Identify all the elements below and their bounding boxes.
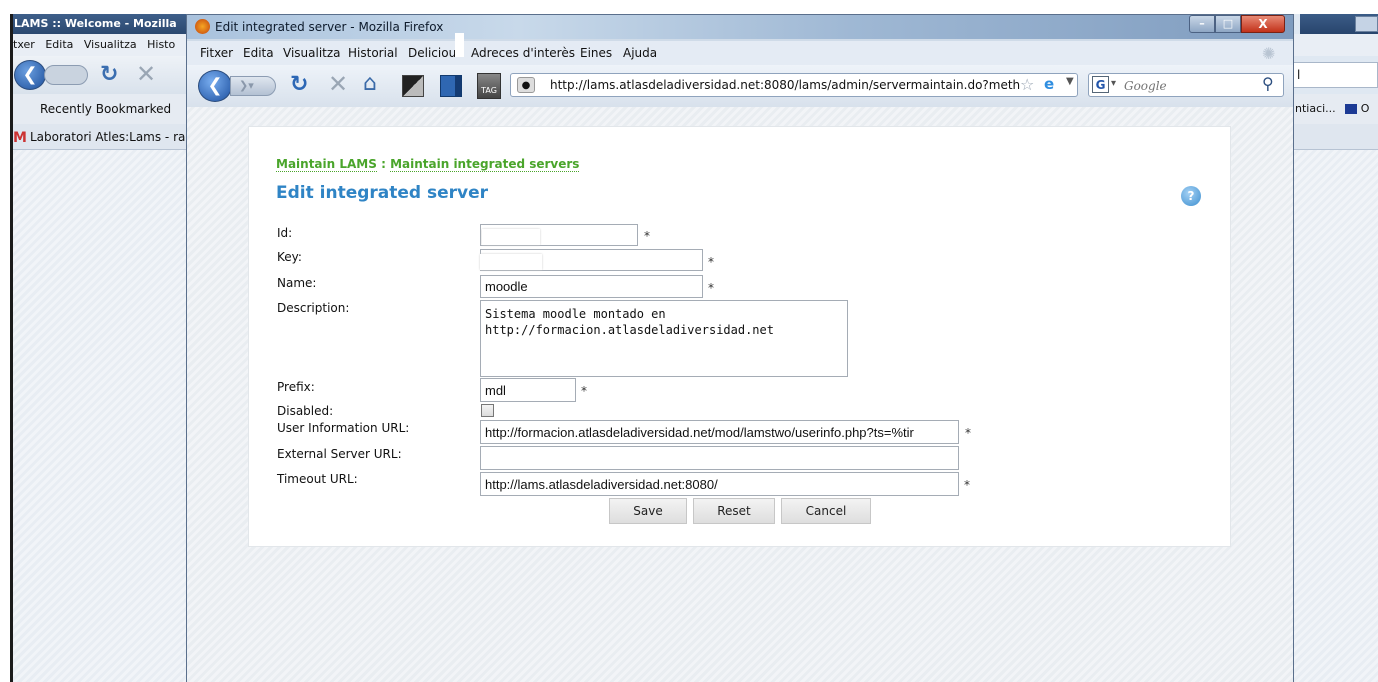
window-title: Edit integrated server - Mozilla Firefox	[215, 20, 444, 34]
background-bookmarks-right: ntiaci... O	[1292, 94, 1378, 124]
menu-fitxer[interactable]: Fitxer	[200, 41, 233, 65]
disabled-label: Disabled:	[277, 404, 334, 418]
tag-icon[interactable]: TAG	[477, 73, 501, 99]
google-icon[interactable]: G	[1092, 76, 1109, 93]
maximize-icon: □	[1222, 17, 1234, 30]
reload-icon[interactable]: ↻	[290, 72, 308, 97]
search-icon[interactable]: ⚲	[1262, 74, 1274, 93]
breadcrumb: Maintain LAMS : Maintain integrated serv…	[276, 157, 580, 172]
menu-edita[interactable]: Edita	[243, 41, 274, 65]
close-button[interactable]: X	[1241, 15, 1285, 33]
help-icon[interactable]: ?	[1181, 186, 1201, 206]
disabled-checkbox[interactable]	[481, 404, 494, 417]
background-forward-button[interactable]	[44, 65, 88, 85]
prefix-field[interactable]	[480, 378, 576, 402]
extension-icon[interactable]	[402, 75, 424, 97]
background-tab[interactable]: Laboratori Atles:Lams - rar	[30, 130, 190, 144]
save-button[interactable]: Save	[609, 498, 687, 524]
required-mark: *	[965, 426, 971, 440]
background-back-arrow-icon[interactable]: ❮	[14, 60, 46, 90]
background-url-fragment[interactable]: l	[1292, 62, 1378, 88]
required-mark: *	[644, 229, 650, 243]
home-icon[interactable]: ⌂	[363, 71, 377, 96]
background-menubar: itxer Edita Visualitza Histo	[10, 34, 190, 56]
menu-visualitza[interactable]: Visualitza	[283, 41, 341, 65]
feed-icon[interactable]: е	[1044, 75, 1054, 93]
minimize-icon: –	[1199, 17, 1205, 30]
user-info-url-label: User Information URL:	[277, 421, 410, 435]
url-text[interactable]: http://lams.atlasdeladiversidad.net:8080…	[550, 78, 1020, 92]
required-mark: *	[708, 255, 714, 269]
required-mark: *	[964, 478, 970, 492]
screen-edge	[10, 14, 13, 682]
background-stop-icon[interactable]: ✕	[136, 60, 156, 88]
minimize-button[interactable]: –	[1189, 15, 1215, 33]
search-input[interactable]	[1124, 79, 1244, 93]
menubar-gap	[455, 33, 464, 57]
star-icon[interactable]: ☆	[1020, 75, 1034, 94]
recently-bookmarked-item[interactable]: Recently Bookmarked	[40, 102, 171, 116]
back-arrow-icon[interactable]: ❮	[198, 70, 232, 102]
breadcrumb-maintain-servers[interactable]: Maintain integrated servers	[390, 157, 580, 172]
site-identity-icon[interactable]: ●	[517, 77, 535, 93]
name-field[interactable]	[480, 275, 703, 298]
menu-eines[interactable]: Eines	[580, 41, 612, 65]
timeout-url-label: Timeout URL:	[277, 472, 358, 486]
background-menubar-right	[1292, 34, 1378, 56]
menu-adreces[interactable]: Adreces d'interès	[471, 41, 575, 65]
bookmarks-icon[interactable]	[440, 75, 462, 97]
required-mark: *	[581, 384, 587, 398]
background-content-right	[1292, 150, 1378, 682]
background-menu-item[interactable]: Visualitza	[84, 38, 137, 51]
stop-icon[interactable]: ✕	[328, 70, 348, 98]
background-minimize-button[interactable]	[1355, 16, 1378, 32]
key-label: Key:	[277, 250, 302, 264]
url-dropdown-icon[interactable]: ▼	[1066, 76, 1074, 87]
breadcrumb-maintain-lams[interactable]: Maintain LAMS	[276, 157, 377, 172]
throbber-icon: ✺	[1262, 44, 1276, 63]
background-tab-bar: Laboratori Atles:Lams - rar	[10, 124, 190, 150]
gmail-icon: M	[13, 130, 27, 146]
user-info-url-field[interactable]	[480, 420, 959, 444]
eu-flag-icon	[1345, 104, 1358, 114]
forward-button[interactable]: ❯▾	[230, 76, 276, 96]
cancel-button[interactable]: Cancel	[781, 498, 871, 524]
id-label: Id:	[277, 226, 293, 240]
page-title: Edit integrated server	[276, 183, 489, 203]
background-bookmark-item-2[interactable]: O	[1361, 102, 1370, 115]
firefox-icon	[195, 19, 210, 34]
menu-historial[interactable]: Historial	[348, 41, 398, 65]
menu-delicious[interactable]: Deliciou	[408, 41, 456, 65]
background-menu-item[interactable]: itxer	[10, 38, 35, 51]
background-menu-item[interactable]: Edita	[45, 38, 73, 51]
menu-ajuda[interactable]: Ajuda	[623, 41, 657, 65]
prefix-label: Prefix:	[277, 380, 315, 394]
maximize-button[interactable]: □	[1215, 15, 1241, 33]
name-label: Name:	[277, 276, 317, 290]
background-bookmarks-bar: Recently Bookmarked	[10, 94, 190, 124]
background-content	[10, 150, 190, 682]
background-reload-icon[interactable]: ↻	[100, 62, 118, 87]
background-tab-bar-right	[1292, 124, 1378, 150]
timeout-url-field[interactable]	[480, 472, 959, 496]
external-server-url-field[interactable]	[480, 446, 959, 470]
search-engine-dropdown-icon[interactable]: ▾	[1111, 78, 1116, 89]
description-field[interactable]: Sistema moodle montado en http://formaci…	[480, 300, 848, 377]
description-label: Description:	[277, 301, 350, 315]
menubar: Fitxer Edita Visualitza Historial Delici…	[187, 41, 1293, 65]
breadcrumb-separator: :	[381, 157, 386, 171]
key-redaction	[480, 254, 542, 270]
background-window-title: LAMS :: Welcome - Mozilla	[10, 14, 190, 34]
id-redaction	[482, 229, 540, 245]
background-bookmark-item[interactable]: ntiaci...	[1295, 102, 1336, 115]
external-server-url-label: External Server URL:	[277, 447, 402, 461]
background-menu-item[interactable]: Histo	[147, 38, 175, 51]
reset-button[interactable]: Reset	[693, 498, 775, 524]
required-mark: *	[708, 281, 714, 295]
